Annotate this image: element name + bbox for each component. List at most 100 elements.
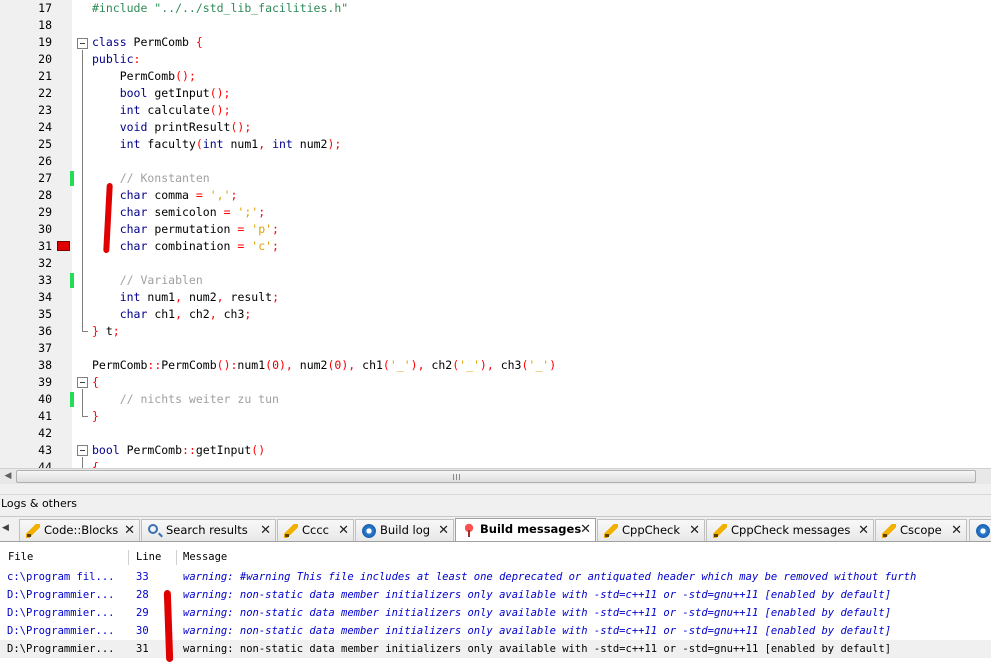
code-text[interactable]: {	[92, 374, 99, 391]
code-line[interactable]: 21 PermComb();	[0, 68, 991, 85]
code-line[interactable]: 28 char comma = ',';	[0, 187, 991, 204]
close-icon[interactable]: ✕	[338, 520, 349, 541]
line-number[interactable]: 24	[0, 119, 52, 136]
line-number[interactable]: 27	[0, 170, 52, 187]
column-header-file[interactable]: File	[8, 548, 33, 567]
horizontal-scrollbar[interactable]: ◀	[0, 468, 991, 484]
code-text[interactable]: PermComb::PermComb():num1(0), num2(0), c…	[92, 357, 556, 374]
close-icon[interactable]: ✕	[951, 520, 962, 541]
column-header-line[interactable]: Line	[136, 548, 161, 567]
line-number[interactable]: 38	[0, 357, 52, 374]
code-line[interactable]: 32	[0, 255, 991, 272]
line-number[interactable]: 21	[0, 68, 52, 85]
code-text[interactable]: int calculate();	[92, 102, 231, 119]
close-icon[interactable]: ✕	[260, 520, 271, 541]
tab-scroll-left-icon[interactable]: ◀	[2, 523, 9, 533]
code-editor[interactable]: 17 #include "../../std_lib_facilities.h" 1…	[0, 0, 991, 468]
line-number[interactable]: 36	[0, 323, 52, 340]
line-number[interactable]: 30	[0, 221, 52, 238]
code-line[interactable]: 41}	[0, 408, 991, 425]
line-number[interactable]: 40	[0, 391, 52, 408]
tab-build-log[interactable]: Build log ✕	[355, 519, 454, 541]
line-number[interactable]: 20	[0, 51, 52, 68]
line-number[interactable]: 39	[0, 374, 52, 391]
code-text[interactable]: int num1, num2, result;	[92, 289, 279, 306]
close-icon[interactable]: ✕	[124, 520, 135, 541]
code-text[interactable]: bool PermComb::getInput()	[92, 442, 265, 459]
code-line[interactable]: 22 bool getInput();	[0, 85, 991, 102]
code-line[interactable]: 36 } t;	[0, 323, 991, 340]
code-line[interactable]: 24 void printResult();	[0, 119, 991, 136]
code-line[interactable]: 31 char combination = 'c';	[0, 238, 991, 255]
table-row[interactable]: D:\Programmier... 28 warning: non-static d…	[0, 586, 991, 604]
line-number[interactable]: 35	[0, 306, 52, 323]
table-row[interactable]: D:\Programmier... 31 warning: non-static d…	[0, 640, 991, 658]
code-text[interactable]: // Variablen	[92, 272, 203, 289]
code-line[interactable]: 29 char semicolon = ';';	[0, 204, 991, 221]
line-number[interactable]: 34	[0, 289, 52, 306]
line-number[interactable]: 37	[0, 340, 52, 357]
fold-toggle-getinput-icon[interactable]	[77, 445, 88, 456]
table-row[interactable]: D:\Programmier... 29 warning: non-static d…	[0, 604, 991, 622]
column-divider[interactable]	[128, 550, 129, 565]
code-line[interactable]: 18	[0, 17, 991, 34]
code-line[interactable]: 37	[0, 340, 991, 357]
code-line[interactable]: 19 class PermComb {	[0, 34, 991, 51]
code-text[interactable]: char ch1, ch2, ch3;	[92, 306, 252, 323]
code-text[interactable]: public:	[92, 51, 140, 68]
tab-search-results[interactable]: Search results ✕	[141, 519, 276, 541]
scrollbar-thumb[interactable]	[16, 470, 976, 483]
tab-build-messages[interactable]: Build messages ✕	[455, 518, 596, 541]
code-text[interactable]: }	[92, 408, 99, 425]
code-line[interactable]: 44 {	[0, 459, 991, 468]
code-line[interactable]: 20 public:	[0, 51, 991, 68]
tab-cppcheck-messages[interactable]: CppCheck messages ✕	[706, 519, 874, 541]
code-text[interactable]: int faculty(int num1, int num2);	[92, 136, 342, 153]
line-number[interactable]: 41	[0, 408, 52, 425]
line-number[interactable]: 23	[0, 102, 52, 119]
code-text[interactable]: class PermComb {	[92, 34, 203, 51]
line-number[interactable]: 31	[0, 238, 52, 255]
code-text[interactable]: char comma = ',';	[92, 187, 238, 204]
line-number[interactable]: 19	[0, 34, 52, 51]
line-number[interactable]: 25	[0, 136, 52, 153]
code-text[interactable]: } t;	[92, 323, 120, 340]
code-line[interactable]: 33 // Variablen	[0, 272, 991, 289]
close-icon[interactable]: ✕	[689, 520, 700, 541]
code-line[interactable]: 38 PermComb::PermComb():num1(0), num2(0),…	[0, 357, 991, 374]
tab-cccc[interactable]: Cccc ✕	[277, 519, 354, 541]
fold-toggle-constructor-icon[interactable]	[77, 377, 88, 388]
line-number[interactable]: 43	[0, 442, 52, 459]
line-number[interactable]: 29	[0, 204, 52, 221]
code-line[interactable]: 17 #include "../../std_lib_facilities.h"	[0, 0, 991, 17]
close-icon[interactable]: ✕	[438, 520, 449, 541]
code-line[interactable]: 39 {	[0, 374, 991, 391]
scroll-left-arrow-icon[interactable]: ◀	[0, 469, 16, 484]
code-line[interactable]: 23 int calculate();	[0, 102, 991, 119]
column-header-message[interactable]: Message	[183, 548, 227, 567]
code-text[interactable]: char combination = 'c';	[92, 238, 279, 255]
tab-overflow[interactable]	[969, 519, 991, 541]
code-text[interactable]: char semicolon = ';';	[92, 204, 265, 221]
code-text[interactable]: char permutation = 'p';	[92, 221, 279, 238]
code-line[interactable]: 30 char permutation = 'p';	[0, 221, 991, 238]
build-messages-list[interactable]: File Line Message c:\program fil... 33 war…	[0, 543, 991, 663]
tab-code-blocks[interactable]: Code::Blocks ✕	[19, 519, 140, 541]
fold-toggle-class-icon[interactable]	[77, 38, 88, 49]
column-divider[interactable]	[176, 550, 177, 565]
code-text[interactable]: PermComb();	[92, 68, 196, 85]
code-text[interactable]: bool getInput();	[92, 85, 231, 102]
code-text[interactable]: void printResult();	[92, 119, 252, 136]
code-line[interactable]: 35 char ch1, ch2, ch3;	[0, 306, 991, 323]
table-row[interactable]: c:\program fil... 33 warning: #warning Thi…	[0, 568, 991, 586]
close-icon[interactable]: ✕	[580, 519, 591, 540]
code-line[interactable]: 26	[0, 153, 991, 170]
panel-splitter[interactable]	[0, 484, 991, 494]
tab-cscope[interactable]: Cscope ✕	[875, 519, 967, 541]
code-line[interactable]: 34 int num1, num2, result;	[0, 289, 991, 306]
line-number[interactable]: 44	[0, 459, 52, 468]
code-text[interactable]: {	[92, 459, 99, 468]
line-number[interactable]: 17	[0, 0, 52, 17]
code-line[interactable]: 43 bool PermComb::getInput()	[0, 442, 991, 459]
line-number[interactable]: 18	[0, 17, 52, 34]
